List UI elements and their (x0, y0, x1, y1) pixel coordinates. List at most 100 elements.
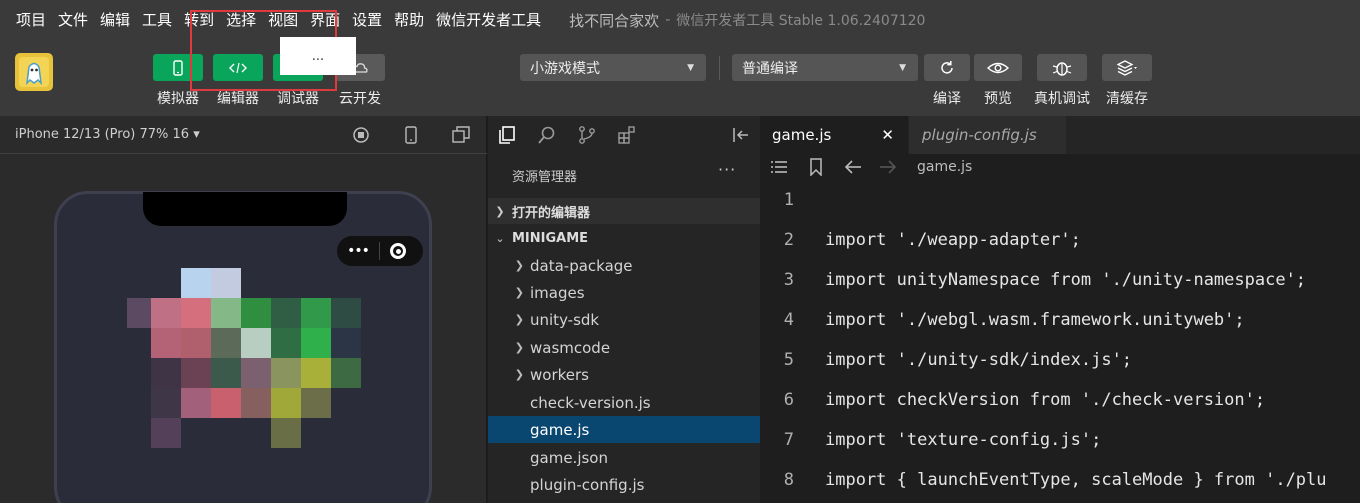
phone-frame: ••• (54, 191, 432, 503)
refresh-icon (941, 60, 953, 74)
real-device-label: 真机调试 (1034, 91, 1090, 107)
detach-window-icon[interactable] (452, 126, 470, 144)
code-line[interactable]: 1 (760, 180, 1360, 220)
menu-settings[interactable]: 设置 (352, 0, 382, 40)
chevron-right-icon: ❯ (514, 259, 524, 272)
caret-down-icon: ▼ (687, 62, 694, 73)
folder-unity-sdk[interactable]: ❯ unity-sdk (488, 306, 760, 333)
line-number: 4 (783, 310, 794, 330)
caret-down-icon: ▼ (899, 62, 906, 73)
project-label: MINIGAME (512, 230, 589, 246)
simulator-panel: iPhone 12/13 (Pro) 77% 16 ▾ ••• (0, 116, 487, 503)
simulator-label: 模拟器 (157, 91, 199, 107)
mode-select[interactable]: 小游戏模式 ▼ (520, 54, 706, 81)
chevron-right-icon: ❯ (514, 313, 524, 326)
compile-label: 编译 (933, 91, 961, 107)
search-icon[interactable] (536, 124, 558, 146)
line-number: 5 (783, 350, 794, 370)
device-select[interactable]: iPhone 12/13 (Pro) 77% 16 ▾ (15, 127, 200, 142)
eye-icon (987, 62, 1009, 73)
code-text: import 'texture-config.js'; (825, 430, 1102, 450)
menu-project[interactable]: 项目 (16, 0, 46, 40)
capsule-divider (379, 242, 380, 260)
explorer-panel: 资源管理器 ··· ❯ 打开的编辑器 ⌄ MINIGAME ❯ data-pac… (488, 116, 760, 503)
code-line[interactable]: 6 import checkVersion from './check-vers… (760, 380, 1360, 420)
code-line[interactable]: 2 import './weapp-adapter'; (760, 220, 1360, 260)
arrow-left-icon[interactable] (844, 158, 862, 176)
preview-button[interactable] (974, 54, 1022, 81)
extensions-icon[interactable] (616, 124, 638, 146)
code-line[interactable]: 3 import unityNamespace from './unity-na… (760, 260, 1360, 300)
line-number: 8 (783, 470, 794, 490)
code-line[interactable]: 4 import './webgl.wasm.framework.unitywe… (760, 300, 1360, 340)
project-title: 找不同合家欢 (569, 11, 660, 30)
folder-label: workers (530, 365, 589, 384)
clear-cache-label: 清缓存 (1106, 91, 1148, 107)
code-line[interactable]: 8 import { launchEventType, scaleMode } … (760, 460, 1360, 500)
menu-file[interactable]: 文件 (58, 0, 88, 40)
real-device-debug-button[interactable] (1037, 54, 1087, 81)
file-game-json[interactable]: game.json (488, 444, 760, 471)
folder-images[interactable]: ❯ images (488, 279, 760, 306)
menu-help[interactable]: 帮助 (394, 0, 424, 40)
folder-label: wasmcode (530, 338, 611, 357)
hover-popup: ... (280, 37, 356, 75)
phone-notch (143, 192, 347, 226)
source-control-icon[interactable] (576, 124, 598, 146)
project-avatar[interactable] (15, 53, 53, 91)
breadcrumb-file[interactable]: game.js (917, 159, 972, 175)
tab-label: plugin-config.js (922, 126, 1037, 144)
folder-label: images (530, 283, 585, 302)
code-text: import './webgl.wasm.framework.unityweb'… (825, 310, 1245, 330)
more-icon[interactable]: ••• (337, 243, 379, 259)
code-text: import { launchEventType, scaleMode } fr… (825, 470, 1327, 490)
folder-data-package[interactable]: ❯ data-package (488, 252, 760, 279)
toolbar-divider (719, 56, 720, 80)
editor-tabs: game.js ✕ plugin-config.js (760, 116, 1360, 154)
exit-icon[interactable] (390, 243, 406, 259)
collapse-sidebar-icon[interactable] (729, 124, 751, 146)
line-number: 1 (783, 190, 794, 210)
file-plugin-config[interactable]: plugin-config.js (488, 471, 760, 498)
folder-wasmcode[interactable]: ❯ wasmcode (488, 334, 760, 361)
code-text: import './unity-sdk/index.js'; (825, 350, 1133, 370)
cloud-label: 云开发 (339, 91, 381, 107)
phone-icon[interactable] (402, 126, 420, 144)
code-line[interactable]: 5 import './unity-sdk/index.js'; (760, 340, 1360, 380)
menu-wechat-devtools[interactable]: 微信开发者工具 (436, 0, 541, 40)
open-editors-section[interactable]: ❯ 打开的编辑器 (488, 198, 760, 224)
chevron-right-icon: ❯ (514, 286, 524, 299)
bookmark-icon[interactable] (807, 158, 825, 176)
popup-text: ... (311, 48, 325, 64)
explorer-title: 资源管理器 (512, 170, 578, 185)
tab-plugin-config[interactable]: plugin-config.js (909, 116, 1066, 154)
chevron-down-icon: ⌄ (495, 231, 505, 245)
menu-tools[interactable]: 工具 (142, 0, 172, 40)
file-game-js[interactable]: game.js (488, 416, 760, 443)
clear-cache-button[interactable] (1102, 54, 1152, 81)
tab-label: game.js (772, 126, 832, 144)
chevron-right-icon: ❯ (514, 341, 524, 354)
open-editors-label: 打开的编辑器 (512, 205, 591, 221)
code-line[interactable]: 7 import 'texture-config.js'; (760, 420, 1360, 460)
folder-workers[interactable]: ❯ workers (488, 361, 760, 388)
list-icon[interactable] (770, 158, 788, 176)
close-icon[interactable]: ✕ (881, 126, 894, 144)
file-check-version[interactable]: check-version.js (488, 389, 760, 416)
file-label: game.json (530, 448, 608, 467)
chevron-right-icon: ❯ (514, 368, 524, 381)
editor-label: 编辑器 (217, 91, 259, 107)
arrow-right-icon[interactable] (879, 158, 897, 176)
menu-edit[interactable]: 编辑 (100, 0, 130, 40)
line-number: 3 (783, 270, 794, 290)
project-section[interactable]: ⌄ MINIGAME (488, 225, 760, 251)
tab-game-js[interactable]: game.js ✕ (760, 116, 908, 154)
more-actions-icon[interactable]: ··· (718, 160, 736, 179)
compile-button[interactable] (924, 54, 970, 81)
line-number: 6 (783, 390, 794, 410)
mode-select-value: 小游戏模式 (530, 60, 600, 77)
record-icon[interactable] (352, 126, 370, 144)
ghost-logo-icon (19, 57, 49, 87)
compile-select[interactable]: 普通编译 ▼ (732, 54, 918, 81)
files-icon[interactable] (496, 124, 518, 146)
